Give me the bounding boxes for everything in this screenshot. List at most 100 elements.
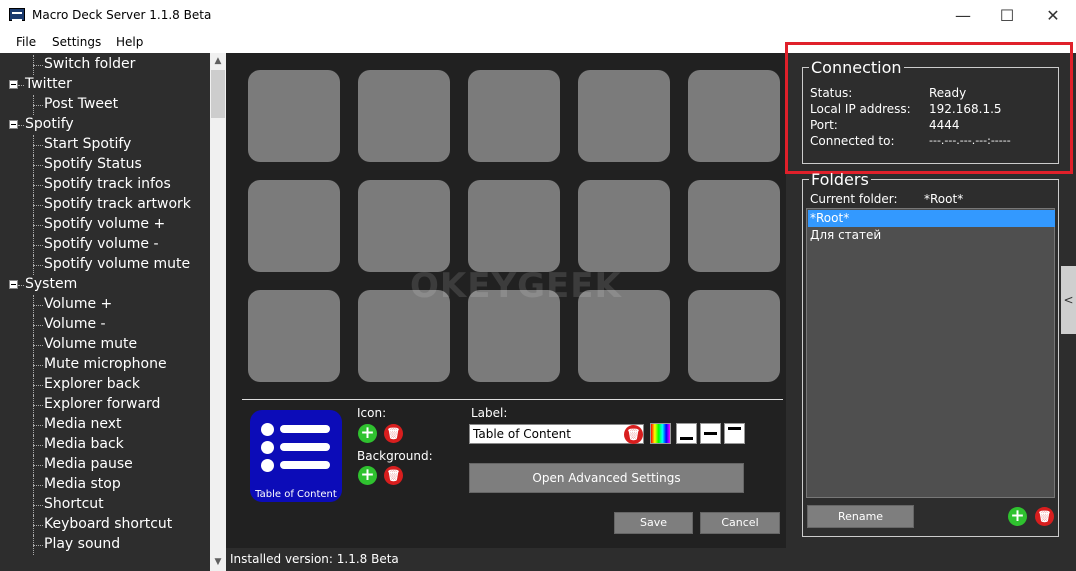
deck-button-slot[interactable]	[248, 70, 340, 162]
delete-icon-button[interactable]: 🗑	[384, 424, 403, 443]
button-preview[interactable]: Table of Content	[250, 410, 342, 502]
tree-action-item[interactable]: Explorer back	[44, 376, 140, 392]
deck-button-slot[interactable]	[358, 180, 450, 272]
deck-button-slot[interactable]	[578, 180, 670, 272]
maximize-button[interactable]: ☐	[984, 0, 1030, 31]
tree-action-item[interactable]: Volume -	[44, 316, 106, 332]
align-top-button[interactable]	[724, 423, 745, 444]
folder-list-item[interactable]: Для статей	[808, 227, 1055, 244]
tree-connector	[33, 505, 43, 506]
tree-action-item[interactable]: Switch folder	[44, 56, 135, 72]
align-bottom-button[interactable]	[676, 423, 697, 444]
color-picker-icon[interactable]	[650, 423, 671, 444]
tree-connector	[33, 65, 43, 66]
tree-category[interactable]: Twitter	[25, 76, 72, 92]
current-folder-value: *Root*	[924, 192, 964, 206]
tree-connector	[33, 105, 43, 106]
tree-action-item[interactable]: Keyboard shortcut	[44, 516, 172, 532]
menu-file[interactable]: File	[16, 35, 36, 49]
tree-action-item[interactable]: Spotify track artwork	[44, 196, 191, 212]
add-icon-button[interactable]: +	[358, 424, 377, 443]
tree-action-item[interactable]: Spotify Status	[44, 156, 142, 172]
tree-action-item[interactable]: Media stop	[44, 476, 121, 492]
tree-category[interactable]: Spotify	[25, 116, 74, 132]
cancel-button[interactable]: Cancel	[700, 512, 780, 534]
background-label: Background:	[357, 449, 433, 463]
tree-action-item[interactable]: Start Spotify	[44, 136, 131, 152]
tree-action-item[interactable]: Media pause	[44, 456, 133, 472]
editor-separator	[242, 399, 783, 400]
label-input[interactable]: Table of Content	[469, 424, 644, 444]
tree-expander-icon[interactable]	[9, 120, 18, 129]
tree-connector	[33, 405, 43, 406]
deck-button-slot[interactable]	[578, 70, 670, 162]
list-icon-bar	[280, 425, 330, 433]
menu-settings[interactable]: Settings	[52, 35, 101, 49]
status-bar: Installed version: 1.1.8 Beta	[226, 548, 786, 571]
tree-connector	[33, 165, 43, 166]
tree-action-item[interactable]: Shortcut	[44, 496, 104, 512]
window-title: Macro Deck Server 1.1.8 Beta	[32, 8, 212, 22]
menu-help[interactable]: Help	[116, 35, 143, 49]
tree-action-item[interactable]: Volume +	[44, 296, 112, 312]
tree-expander-icon[interactable]	[9, 280, 18, 289]
clear-label-button[interactable]: 🗑	[624, 425, 643, 444]
tree-expander-icon[interactable]	[9, 80, 18, 89]
tree-connector	[33, 185, 43, 186]
scroll-down-icon[interactable]: ▼	[210, 554, 226, 571]
watermark: OKEYGEEK	[410, 266, 622, 306]
tree-action-item[interactable]: Explorer forward	[44, 396, 160, 412]
add-folder-button[interactable]: +	[1008, 507, 1027, 526]
deck-button-slot[interactable]	[468, 70, 560, 162]
deck-button-slot[interactable]	[688, 180, 780, 272]
title-bar: Macro Deck Server 1.1.8 Beta — ☐ ✕	[0, 0, 1076, 31]
deck-button-slot[interactable]	[468, 180, 560, 272]
deck-button-slot[interactable]	[358, 70, 450, 162]
tree-connector	[33, 545, 43, 546]
close-button[interactable]: ✕	[1030, 0, 1076, 31]
tree-connector	[18, 85, 24, 86]
tree-action-item[interactable]: Play sound	[44, 536, 120, 552]
deck-button-slot[interactable]	[688, 290, 780, 382]
folder-list[interactable]: *Root* Для статей	[806, 208, 1055, 498]
scroll-thumb[interactable]	[211, 70, 225, 118]
minimize-button[interactable]: —	[940, 0, 986, 31]
tree-action-item[interactable]: Volume mute	[44, 336, 137, 352]
tree-connector	[18, 125, 24, 126]
list-icon-bar	[280, 461, 330, 469]
tree-action-item[interactable]: Post Tweet	[44, 96, 118, 112]
tree-action-item[interactable]: Media back	[44, 436, 124, 452]
connection-highlight	[785, 42, 1073, 174]
deck-button-slot[interactable]	[248, 180, 340, 272]
open-advanced-settings-button[interactable]: Open Advanced Settings	[469, 463, 744, 493]
deck-button-slot[interactable]	[688, 70, 780, 162]
tree-action-item[interactable]: Mute microphone	[44, 356, 167, 372]
tree-connector	[33, 485, 43, 486]
label-label: Label:	[471, 406, 508, 420]
tree-connector	[33, 345, 43, 346]
align-center-button[interactable]	[700, 423, 721, 444]
tree-action-item[interactable]: Spotify volume mute	[44, 256, 190, 272]
tree-action-item[interactable]: Spotify volume -	[44, 236, 159, 252]
rename-button[interactable]: Rename	[807, 505, 914, 528]
list-icon-dot	[261, 441, 274, 454]
delete-background-button[interactable]: 🗑	[384, 466, 403, 485]
tree-action-item[interactable]: Spotify track infos	[44, 176, 171, 192]
folder-list-item[interactable]: *Root*	[808, 210, 1055, 227]
tree-action-item[interactable]: Spotify volume +	[44, 216, 165, 232]
tree-connector	[33, 305, 43, 306]
tree-connector	[33, 525, 43, 526]
add-background-button[interactable]: +	[358, 466, 377, 485]
delete-folder-button[interactable]: 🗑	[1035, 507, 1054, 526]
deck-button-slot[interactable]	[248, 290, 340, 382]
tree-category[interactable]: System	[25, 276, 77, 292]
tree-scrollbar[interactable]: ▲ ▼	[210, 53, 226, 571]
tree-connector	[33, 245, 43, 246]
scroll-up-icon[interactable]: ▲	[210, 53, 226, 70]
folders-title: Folders	[811, 170, 869, 189]
app-icon	[9, 8, 25, 21]
collapse-panel-button[interactable]: <	[1061, 266, 1076, 334]
save-button[interactable]: Save	[614, 512, 693, 534]
tree-connector	[33, 365, 43, 366]
tree-action-item[interactable]: Media next	[44, 416, 122, 432]
